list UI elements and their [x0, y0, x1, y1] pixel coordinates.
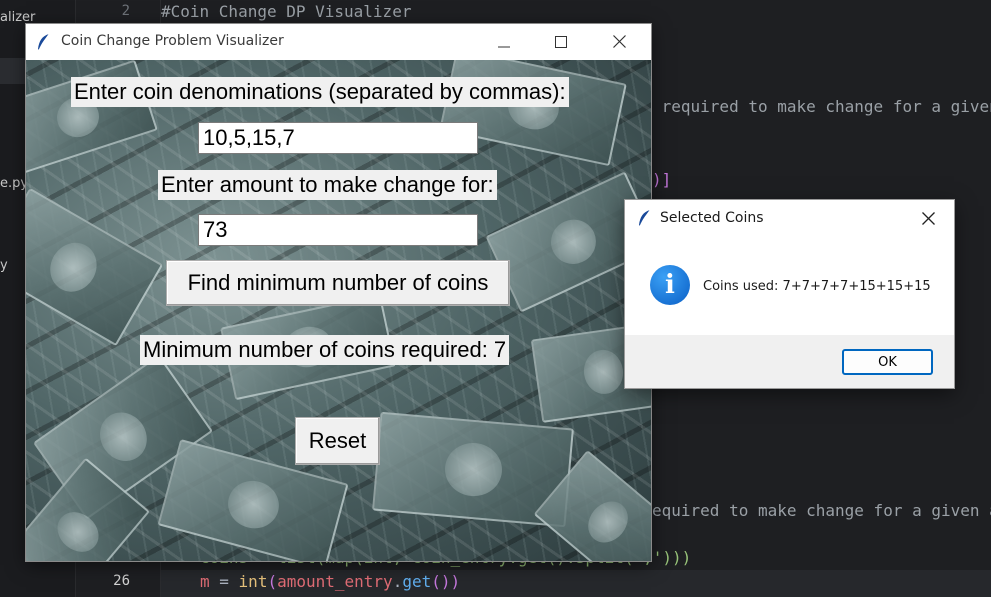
code-token-call: get — [402, 572, 432, 591]
result-label: Minimum number of coins required: 7 — [140, 335, 510, 365]
code-token-obj: amount_entry — [277, 572, 393, 591]
code-token-open: ( — [267, 572, 278, 591]
amount-input[interactable]: 73 — [198, 214, 478, 246]
coin-denominations-input[interactable]: 10,5,15,7 — [198, 122, 478, 154]
main-window-title: Coin Change Problem Visualizer — [61, 33, 284, 49]
code-token-fn: int — [238, 572, 268, 591]
code-docstring-fragment-2[interactable]: equired to make change for a given a — [652, 501, 991, 520]
sidebar-item-visualizer[interactable]: alizer — [0, 10, 35, 25]
info-icon: i — [650, 265, 690, 305]
feather-icon — [36, 33, 52, 55]
line-number: 2 — [121, 3, 130, 19]
feather-icon — [637, 209, 653, 231]
sidebar-item-fragment[interactable]: y — [0, 258, 8, 273]
code-token-eq: = — [209, 572, 239, 591]
code-m-line[interactable]: m = int(amount_entry.get()) — [200, 572, 460, 591]
close-button[interactable] — [596, 24, 642, 60]
dialog-message: Coins used: 7+7+7+7+15+15+15 — [703, 279, 931, 294]
dialog-title: Selected Coins — [660, 210, 764, 226]
background-money-image: Enter coin denominations (separated by c… — [26, 60, 651, 561]
code-comment[interactable]: #Coin Change DP Visualizer — [161, 2, 411, 21]
minimize-button[interactable] — [481, 24, 527, 60]
close-icon — [921, 210, 935, 229]
code-token-var: m — [200, 572, 210, 591]
main-window-titlebar[interactable]: Coin Change Problem Visualizer — [26, 24, 651, 60]
code-token-dot: . — [392, 572, 403, 591]
sidebar-item-py-file[interactable]: e.py — [0, 176, 28, 191]
main-window: Coin Change Problem Visualizer Enter coi… — [26, 24, 651, 561]
ok-button[interactable]: OK — [842, 349, 933, 375]
code-token-close: ()) — [431, 572, 461, 591]
code-bracket-fragment[interactable]: )] — [652, 170, 671, 189]
selected-coins-dialog: Selected Coins i Coins used: 7+7+7+7+15+… — [625, 200, 954, 388]
maximize-button[interactable] — [538, 24, 584, 60]
line-number-current: 26 — [113, 573, 130, 589]
maximize-icon — [555, 33, 567, 52]
banknote-decoration — [26, 187, 164, 347]
reset-button[interactable]: Reset — [295, 417, 380, 465]
coin-denominations-label: Enter coin denominations (separated by c… — [71, 77, 569, 107]
find-min-coins-button[interactable]: Find minimum number of coins — [166, 260, 510, 306]
close-icon — [612, 33, 626, 52]
amount-label: Enter amount to make change for: — [158, 170, 497, 200]
minimize-icon — [498, 33, 510, 52]
dialog-body: i Coins used: 7+7+7+7+15+15+15 — [625, 237, 954, 335]
code-docstring-fragment[interactable]: required to make change for a given — [652, 97, 991, 116]
dialog-close-button[interactable] — [908, 202, 948, 236]
dialog-footer: OK — [625, 335, 954, 388]
